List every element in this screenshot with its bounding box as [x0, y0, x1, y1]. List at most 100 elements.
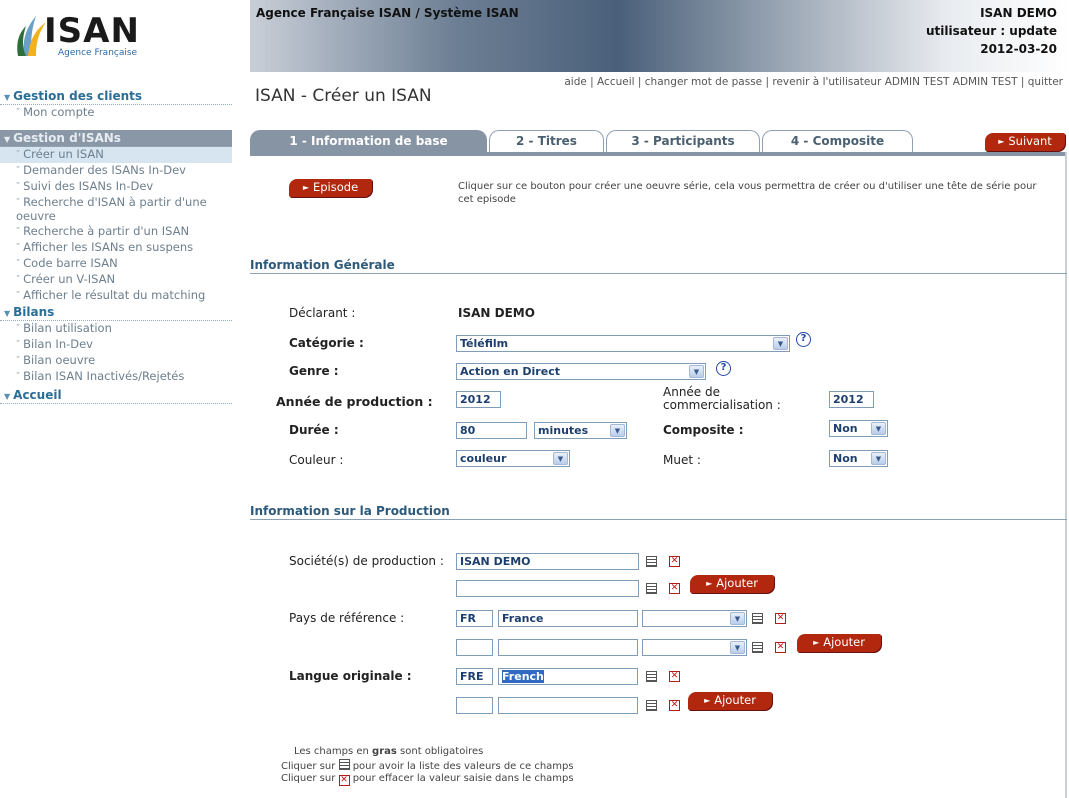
list-icon[interactable] — [646, 556, 657, 567]
sidebar-item-recherche-oeuvre[interactable]: ” Recherche d'ISAN à partir d'une oeuvre — [0, 195, 232, 224]
section-divider — [250, 273, 1067, 274]
chevron-down-icon: ▼ — [773, 337, 788, 350]
pays-select-2[interactable]: ▼ — [642, 639, 747, 656]
list-icon[interactable] — [646, 583, 657, 594]
sidebar-item-creer-visan[interactable]: ” Créer un V-ISAN — [0, 272, 232, 288]
clear-icon[interactable]: ✕ — [669, 700, 680, 711]
langue-label: Langue originale : — [289, 669, 412, 683]
tab-titres[interactable]: 2 - Titres — [489, 130, 604, 152]
pays-name-input-2[interactable] — [498, 639, 638, 656]
add-pays-button[interactable]: ► Ajouter — [797, 634, 881, 652]
langue-name-input[interactable]: French — [498, 668, 638, 685]
sidebar-item-suivi-indev[interactable]: ” Suivi des ISANs In-Dev — [0, 179, 232, 195]
langue-code-input[interactable]: FRE — [456, 668, 493, 685]
clear-icon[interactable]: ✕ — [775, 613, 786, 624]
tab-composite[interactable]: 4 - Composite — [762, 130, 913, 152]
chevron-down-icon: ▼ — [871, 452, 886, 465]
pays-select-1[interactable]: ▼ — [642, 610, 747, 627]
link-revert-user[interactable]: revenir à l'utilisateur ADMIN TEST ADMIN… — [772, 76, 1017, 88]
next-button[interactable]: ► Suivant — [985, 133, 1065, 151]
societe-input-1[interactable]: ISAN DEMO — [456, 553, 639, 570]
langue-name-input-2[interactable] — [498, 697, 638, 714]
banner-title: Agence Française ISAN / Système ISAN — [256, 6, 519, 20]
genre-select[interactable]: Action en Direct ▼ — [456, 363, 706, 380]
section-title-production: Information sur la Production — [250, 504, 450, 518]
sidebar-item-creer-isan[interactable]: ” Créer un ISAN — [0, 147, 232, 163]
sidebar-item-bilan-utilisation[interactable]: ” Bilan utilisation — [0, 321, 232, 337]
episode-button[interactable]: ► Episode — [289, 179, 372, 197]
bullet-icon: ” — [16, 323, 21, 332]
top-links: aide | Accueil | changer mot de passe | … — [564, 76, 1063, 88]
chevron-down-icon: ▼ — [553, 452, 568, 465]
sidebar-item-bilan-indev[interactable]: ” Bilan In-Dev — [0, 337, 232, 353]
link-quitter[interactable]: quitter — [1028, 76, 1063, 88]
sidebar-section-isans[interactable]: ▼ Gestion d'ISANs — [0, 130, 232, 147]
list-icon[interactable] — [646, 700, 657, 711]
list-icon — [338, 759, 350, 770]
bullet-icon: ” — [16, 339, 21, 348]
bullet-icon: ” — [16, 371, 21, 380]
user-org: ISAN DEMO — [980, 6, 1057, 20]
logo-text: ISAN — [44, 11, 140, 51]
chevron-down-icon: ▼ — [730, 641, 745, 654]
add-langue-button[interactable]: ► Ajouter — [688, 692, 772, 710]
sidebar-section-clients[interactable]: ▼ Gestion des clients — [0, 88, 232, 105]
pays-code-input[interactable]: FR — [456, 610, 493, 627]
clear-icon: ✕ — [338, 775, 350, 786]
pays-name-input[interactable]: France — [498, 610, 638, 627]
muet-select[interactable]: Non ▼ — [829, 450, 888, 467]
sidebar-section-accueil[interactable]: ▼ Accueil — [0, 387, 232, 404]
link-accueil[interactable]: Accueil — [597, 76, 635, 88]
sidebar-item-recherche-isan[interactable]: ” Recherche à partir d'un ISAN — [0, 224, 232, 240]
list-icon[interactable] — [752, 613, 763, 624]
logo-subtitle: Agence Française — [58, 48, 138, 58]
sidebar-item-matching[interactable]: ” Afficher le résultat du matching — [0, 288, 232, 304]
societe-input-2[interactable] — [456, 580, 639, 597]
help-icon[interactable]: ? — [796, 332, 811, 347]
chevron-down-icon: ▼ — [730, 612, 745, 625]
sidebar-item-code-barre[interactable]: ” Code barre ISAN — [0, 256, 232, 272]
sidebar-item-bilan-inactives[interactable]: ” Bilan ISAN Inactivés/Rejetés — [0, 369, 232, 385]
sidebar-item-demander-indev[interactable]: ” Demander des ISANs In-Dev — [0, 163, 232, 179]
clear-icon[interactable]: ✕ — [669, 671, 680, 682]
sidebar-section-bilans[interactable]: ▼ Bilans — [0, 304, 232, 321]
tab-information-base[interactable]: 1 - Information de base — [250, 130, 487, 152]
tab-participants[interactable]: 3 - Participants — [606, 130, 760, 152]
chevron-down-icon: ▼ — [689, 365, 704, 378]
annee-commercialisation-label: Année de commercialisation : — [663, 385, 781, 412]
clear-icon[interactable]: ✕ — [669, 583, 680, 594]
duree-input[interactable]: 80 — [456, 422, 527, 439]
current-date: 2012-03-20 — [980, 42, 1057, 56]
societe-label: Société(s) de production : — [289, 554, 444, 568]
bullet-icon: ” — [16, 197, 21, 206]
chevron-down-icon: ▼ — [610, 424, 625, 437]
pays-code-input-2[interactable] — [456, 639, 493, 656]
sidebar-item-bilan-oeuvre[interactable]: ” Bilan oeuvre — [0, 353, 232, 369]
user-line: utilisateur : update — [925, 24, 1057, 38]
bullet-icon: ” — [16, 149, 21, 158]
add-societe-button[interactable]: ► Ajouter — [690, 575, 774, 593]
link-change-password[interactable]: changer mot de passe — [645, 76, 762, 88]
composite-select[interactable]: Non ▼ — [829, 420, 888, 437]
categorie-select[interactable]: Téléfilm ▼ — [456, 335, 790, 352]
sidebar-item-mon-compte[interactable]: ” Mon compte — [0, 105, 232, 121]
duree-unit-select[interactable]: minutes ▼ — [534, 422, 627, 439]
clear-icon[interactable]: ✕ — [775, 642, 786, 653]
declarant-value: ISAN DEMO — [458, 306, 535, 320]
list-icon[interactable] — [646, 671, 657, 682]
sidebar: ▼ Gestion des clients ” Mon compte ▼ Gestio… — [0, 88, 232, 404]
declarant-label: Déclarant : — [289, 306, 356, 320]
section-divider — [250, 519, 1067, 520]
sidebar-item-suspens[interactable]: ” Afficher les ISANs en suspens — [0, 240, 232, 256]
link-aide[interactable]: aide — [564, 76, 586, 88]
annee-production-input[interactable]: 2012 — [456, 391, 501, 408]
list-icon[interactable] — [752, 642, 763, 653]
langue-code-input-2[interactable] — [456, 697, 493, 714]
help-icon[interactable]: ? — [716, 361, 731, 376]
couleur-select[interactable]: couleur ▼ — [456, 450, 570, 467]
episode-hint: Cliquer sur ce bouton pour créer une oeu… — [458, 181, 1037, 205]
annee-commercialisation-input[interactable]: 2012 — [829, 391, 874, 408]
clear-icon[interactable]: ✕ — [669, 556, 680, 567]
couleur-label: Couleur : — [289, 453, 344, 467]
footer-note-clear: Cliquer sur ✕ pour effacer la valeur sai… — [281, 773, 574, 786]
